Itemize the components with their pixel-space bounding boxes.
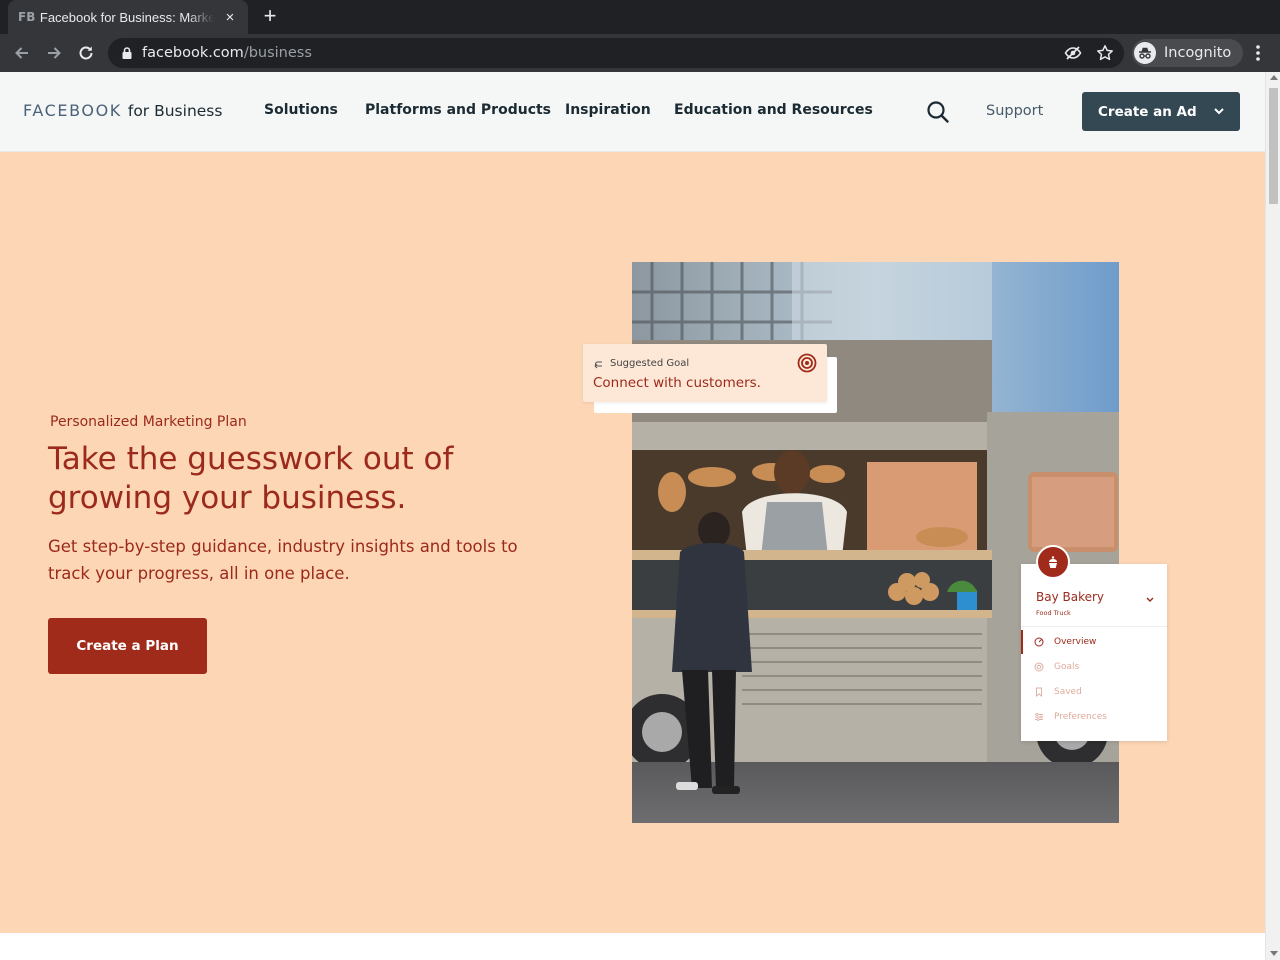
goal-text: Connect with customers. bbox=[593, 375, 761, 391]
reload-icon[interactable] bbox=[74, 41, 98, 65]
site-logo[interactable]: FACEBOOK for Business bbox=[23, 101, 222, 120]
hero-section: Personalized Marketing Plan Take the gue… bbox=[0, 152, 1265, 933]
bakery-avatar bbox=[1036, 545, 1070, 579]
scroll-down-arrow-icon[interactable] bbox=[1270, 951, 1278, 956]
panel-item-label: Saved bbox=[1054, 687, 1082, 697]
url-host: facebook.com bbox=[142, 45, 244, 61]
chevron-down-icon[interactable] bbox=[1212, 104, 1226, 118]
create-an-ad-label: Create an Ad bbox=[1098, 103, 1197, 120]
panel-item-label: Preferences bbox=[1054, 712, 1107, 722]
cupcake-icon bbox=[1049, 556, 1057, 568]
incognito-label: Incognito bbox=[1164, 45, 1232, 61]
suggested-goal-card: Suggested Goal Connect with customers. bbox=[583, 344, 827, 402]
overview-icon bbox=[1034, 637, 1044, 647]
panel-item-overview[interactable]: Overview bbox=[1021, 630, 1167, 654]
tab-title: Facebook for Business: Marketing on Face… bbox=[39, 9, 215, 25]
chevron-down-icon[interactable] bbox=[1145, 594, 1155, 604]
target-icon bbox=[797, 353, 817, 373]
goal-eyebrow: Suggested Goal bbox=[610, 358, 690, 369]
forward-arrow-icon[interactable] bbox=[42, 41, 66, 65]
divider bbox=[1021, 626, 1167, 627]
create-a-plan-button[interactable]: Create a Plan bbox=[48, 618, 207, 674]
nav-inspiration[interactable]: Inspiration bbox=[565, 102, 651, 118]
panel-item-saved[interactable]: Saved bbox=[1021, 680, 1167, 704]
back-arrow-icon[interactable] bbox=[10, 41, 34, 65]
lock-icon bbox=[122, 47, 132, 59]
bookmark-icon bbox=[1036, 687, 1042, 697]
hero-headline: Take the guesswork out of growing your b… bbox=[48, 441, 454, 516]
new-tab-button[interactable]: + bbox=[258, 4, 282, 28]
logo-suffix: for Business bbox=[127, 102, 223, 120]
panel-item-goals[interactable]: Goals bbox=[1021, 655, 1167, 679]
star-icon[interactable] bbox=[1096, 44, 1114, 62]
browser-tab[interactable]: FB Facebook for Business: Marketing on F… bbox=[8, 0, 248, 34]
business-panel: Bay Bakery Food Truck Overview Goals Sav… bbox=[1021, 564, 1167, 741]
support-link[interactable]: Support bbox=[986, 103, 1043, 119]
incognito-icon bbox=[1134, 42, 1156, 64]
hero-subhead: Get step-by-step guidance, industry insi… bbox=[48, 537, 518, 583]
panel-item-label: Overview bbox=[1054, 637, 1097, 647]
nav-solutions[interactable]: Solutions bbox=[264, 102, 338, 118]
kebab-menu-icon[interactable] bbox=[1250, 43, 1266, 63]
hero-eyebrow: Personalized Marketing Plan bbox=[50, 414, 247, 430]
business-subtitle: Food Truck bbox=[1036, 609, 1071, 617]
scrollbar-thumb[interactable] bbox=[1269, 88, 1278, 204]
scroll-up-arrow-icon[interactable] bbox=[1270, 75, 1278, 80]
tab-favicon-icon: FB bbox=[18, 10, 36, 24]
sliders-icon bbox=[1035, 713, 1043, 721]
next-section bbox=[0, 933, 1265, 960]
page-scrollbar[interactable] bbox=[1265, 72, 1280, 960]
url-text: facebook.com/business bbox=[142, 45, 312, 61]
panel-item-label: Goals bbox=[1054, 662, 1080, 672]
target-icon bbox=[1034, 662, 1044, 672]
business-name: Bay Bakery bbox=[1036, 590, 1105, 604]
nav-education-and-resources[interactable]: Education and Resources bbox=[674, 102, 873, 118]
reply-arrow-icon bbox=[594, 361, 602, 369]
logo-brand: FACEBOOK bbox=[23, 101, 122, 120]
url-path: /business bbox=[243, 45, 312, 61]
panel-item-preferences[interactable]: Preferences bbox=[1021, 705, 1167, 729]
site-header: FACEBOOK for Business Solutions Platform… bbox=[0, 72, 1265, 152]
search-icon[interactable] bbox=[925, 99, 951, 125]
browser-tabstrip: FB Facebook for Business: Marketing on F… bbox=[0, 0, 1280, 34]
page-viewport: FACEBOOK for Business Solutions Platform… bbox=[0, 72, 1265, 960]
browser-toolbar: facebook.com/business Incognito bbox=[0, 34, 1280, 72]
close-icon[interactable]: × bbox=[222, 9, 238, 26]
eye-off-icon[interactable] bbox=[1064, 44, 1082, 62]
nav-platforms-and-products[interactable]: Platforms and Products bbox=[365, 102, 551, 118]
create-an-ad-button[interactable]: Create an Ad bbox=[1082, 92, 1240, 131]
address-bar[interactable]: facebook.com/business bbox=[108, 38, 1124, 68]
incognito-profile-button[interactable]: Incognito bbox=[1132, 39, 1244, 67]
